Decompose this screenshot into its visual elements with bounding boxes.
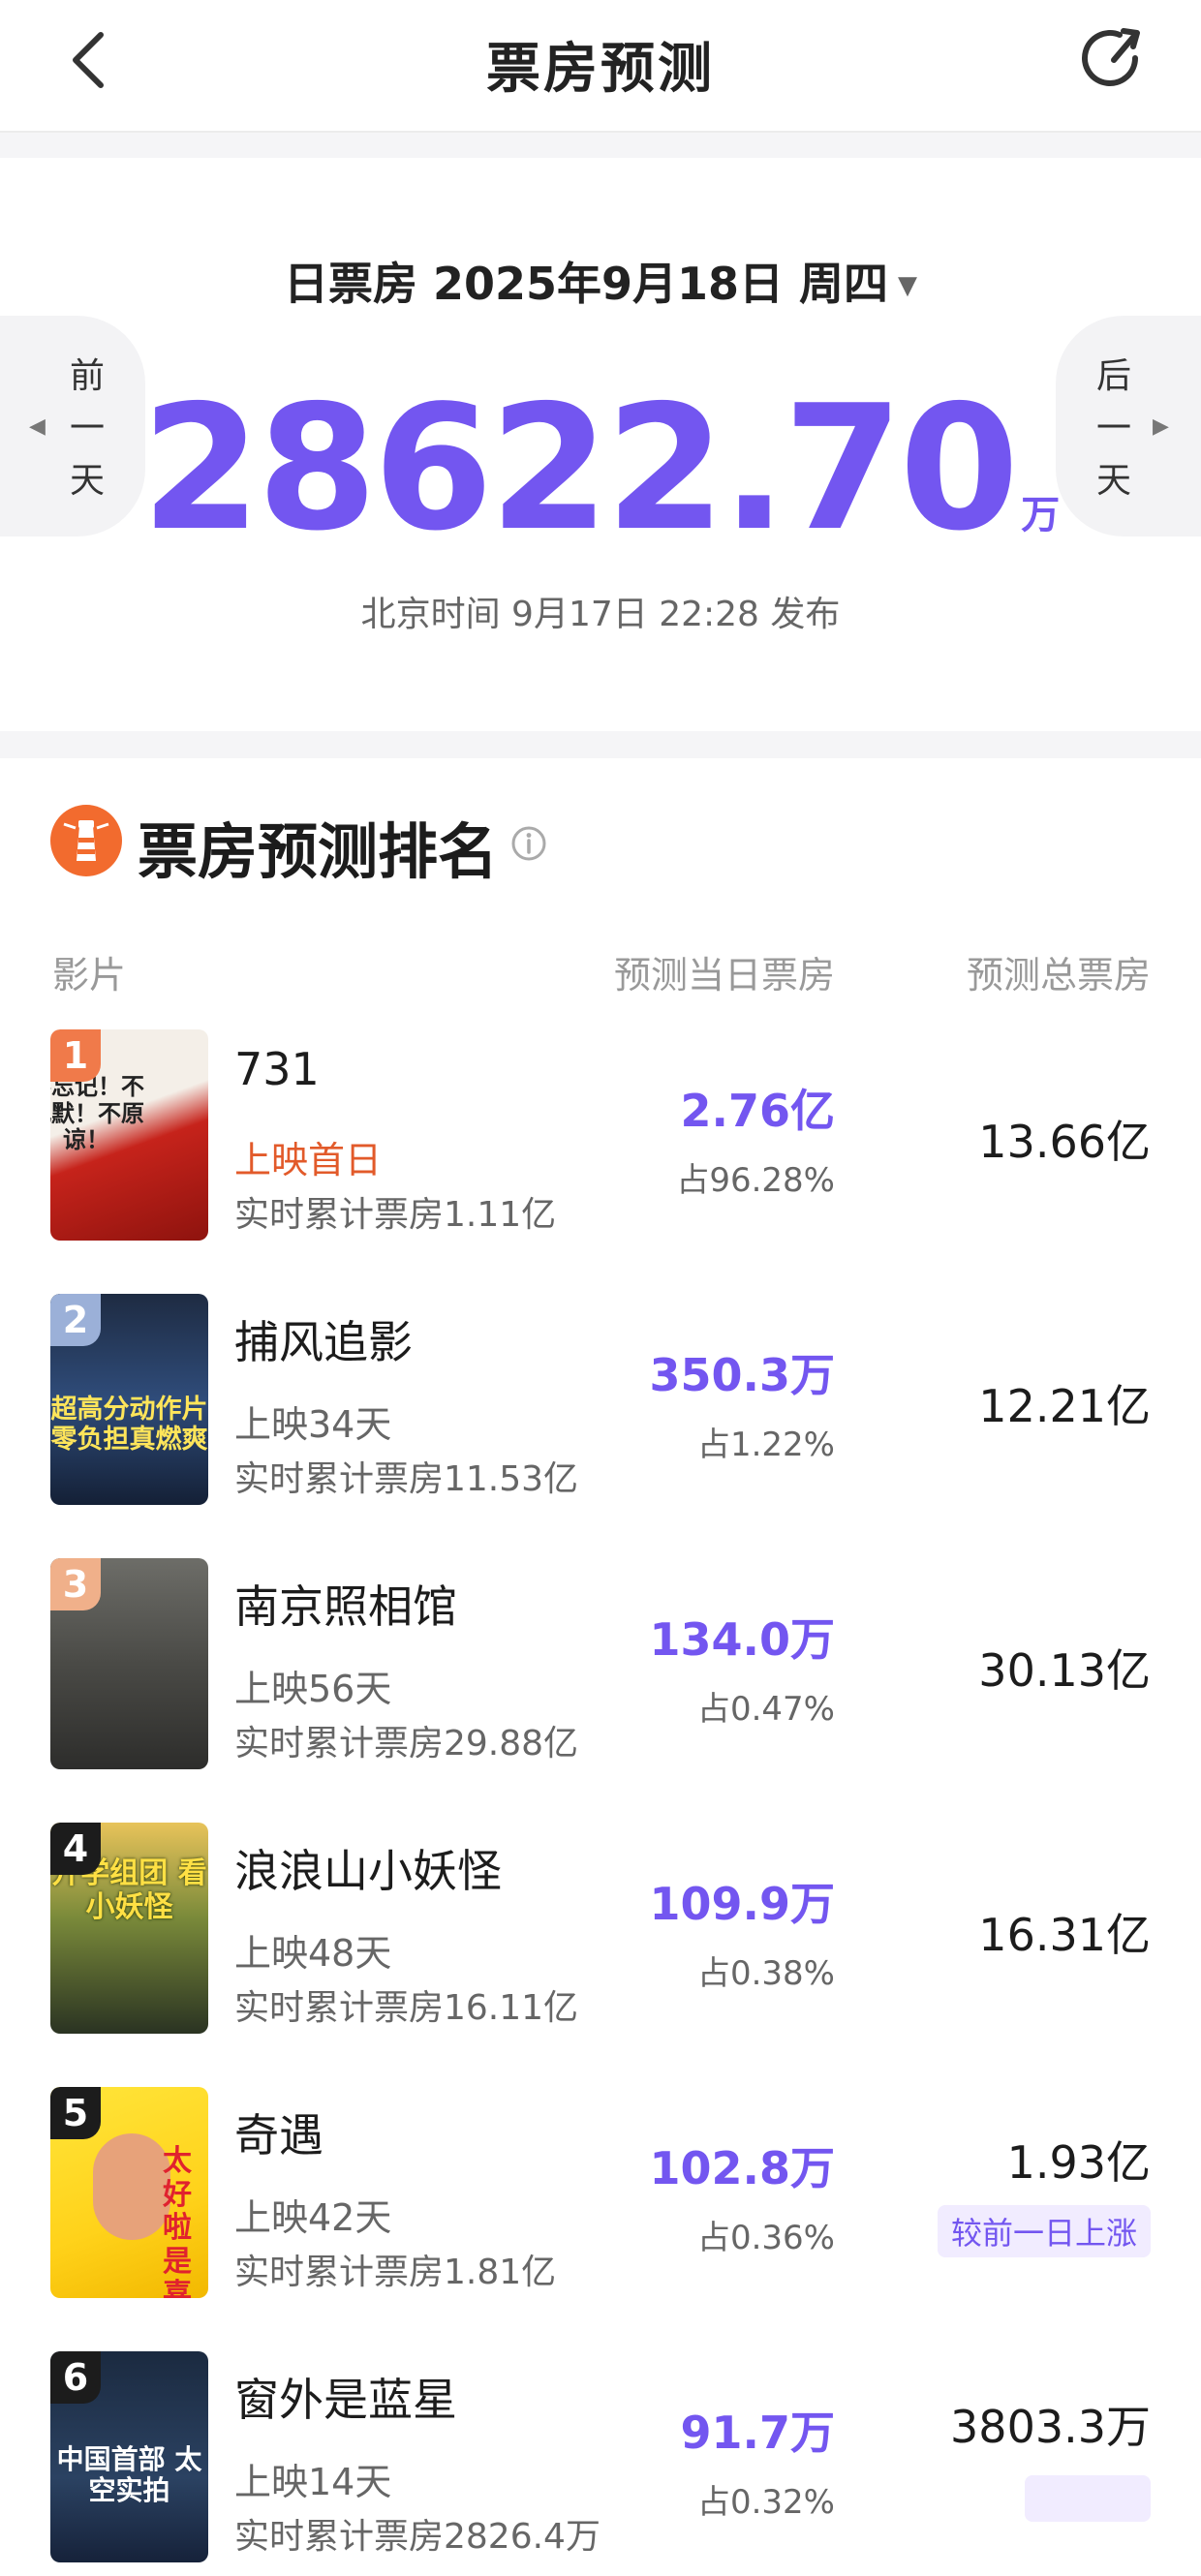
top-app-bar: 票房预测 [0, 0, 1201, 133]
trend-badge: 较前一日上涨 [937, 2205, 1151, 2257]
box-office-number: 28622.70 [140, 368, 1020, 568]
section-divider [0, 133, 1201, 158]
predicted-day-box-office: 134.0万 [649, 1613, 835, 1666]
date-label: 日票房 2025年9月18日 周四 [283, 258, 889, 310]
predicted-total-box-office: 13.66亿 [978, 1116, 1151, 1168]
caret-down-icon: ▼ [898, 271, 918, 300]
film-name: 奇遇 [234, 2109, 323, 2162]
film-status: 上映48天 [234, 1932, 392, 1975]
film-status: 上映42天 [234, 2196, 392, 2239]
ranking-title: 票房预测排名 [138, 816, 499, 887]
poster-tagline: 太好啦 是喜剧 [163, 2144, 192, 2298]
daily-box-office-value: 28622.70 万 [0, 383, 1201, 601]
predicted-day-box-office: 350.3万 [649, 1349, 835, 1401]
film-row[interactable]: 超高分动作片 零负担真燃爽 2 捕风追影 上映34天 实时累计票房11.53亿 … [0, 1294, 1201, 1518]
predicted-total-box-office: 12.21亿 [978, 1380, 1151, 1432]
trend-badge-placeholder [1025, 2475, 1151, 2522]
daily-box-office-card: 日票房 2025年9月18日 周四 ▼ ◀ 前一天 后一天 ▶ 28622.70 万… [0, 158, 1201, 731]
lighthouse-logo-icon [50, 805, 122, 876]
film-row[interactable]: 开学组团 看小妖怪 4 浪浪山小妖怪 上映48天 实时累计票房16.11亿 10… [0, 1823, 1201, 2047]
film-cumulative: 实时累计票房29.88亿 [234, 1724, 579, 1763]
film-poster: 中国首部 太空实拍 6 [50, 2351, 208, 2562]
film-name: 浪浪山小妖怪 [234, 1845, 502, 1897]
publish-time: 北京时间 9月17日 22:28 发布 [360, 595, 841, 634]
predicted-total-box-office: 3803.3万 [950, 2401, 1151, 2453]
predicted-total-box-office: 1.93亿 [1006, 2136, 1151, 2189]
film-row[interactable]: 中国首部 太空实拍 6 窗外是蓝星 上映14天 实时累计票房2826.4万 91… [0, 2351, 1201, 2576]
predicted-total-box-office: 30.13亿 [978, 1644, 1151, 1697]
film-row[interactable]: 太好啦 是喜剧 5 奇遇 上映42天 实时累计票房1.81亿 102.8万 占0… [0, 2087, 1201, 2312]
box-office-unit: 万 [1021, 493, 1061, 537]
film-status: 上映34天 [234, 1403, 392, 1446]
day-share: 占0.47% [696, 1690, 835, 1729]
film-row[interactable]: 不忘记！不沉默！不原谅！ 1 731 上映首日 实时累计票房1.11亿 2.76… [0, 1029, 1201, 1254]
predicted-day-box-office: 91.7万 [680, 2407, 836, 2459]
predicted-day-box-office: 2.76亿 [680, 1085, 836, 1137]
rank-badge: 2 [50, 1294, 101, 1346]
ranking-section: 票房预测排名 影片 预测当日票房 预测总票房 不忘记！不沉默！不原谅！ 1 73… [0, 758, 1201, 2562]
page-title: 票房预测 [486, 38, 715, 101]
film-poster: 不忘记！不沉默！不原谅！ 1 [50, 1029, 208, 1241]
day-share: 占96.28% [676, 1161, 835, 1200]
film-status: 上映14天 [234, 2461, 392, 2503]
refresh-button[interactable] [1075, 21, 1153, 99]
predicted-day-box-office: 109.9万 [649, 1878, 835, 1930]
rank-badge: 3 [50, 1558, 101, 1610]
film-cumulative: 实时累计票房2826.4万 [234, 2517, 600, 2557]
refresh-share-icon [1082, 28, 1140, 86]
film-status: 上映56天 [234, 1668, 392, 1710]
film-cumulative: 实时累计票房1.81亿 [234, 2253, 557, 2292]
film-poster: 超高分动作片 零负担真燃爽 2 [50, 1294, 208, 1505]
film-name: 捕风追影 [234, 1316, 413, 1368]
column-header-film: 影片 [52, 954, 127, 997]
column-header-day: 预测当日票房 [613, 954, 835, 997]
rank-badge: 1 [50, 1029, 101, 1082]
info-icon[interactable] [509, 824, 548, 863]
film-row[interactable]: 3 南京照相馆 上映56天 实时累计票房29.88亿 134.0万 占0.47%… [0, 1558, 1201, 1783]
film-poster: 开学组团 看小妖怪 4 [50, 1823, 208, 2034]
rank-badge: 6 [50, 2351, 101, 2404]
poster-tagline: 不忘记！不沉默！不原谅！ [50, 1073, 144, 1154]
film-cumulative: 实时累计票房11.53亿 [234, 1459, 579, 1499]
section-divider [0, 731, 1201, 758]
predicted-total-box-office: 16.31亿 [978, 1909, 1151, 1961]
predicted-day-box-office: 102.8万 [649, 2142, 835, 2194]
film-status: 上映首日 [234, 1139, 383, 1181]
film-poster: 3 [50, 1558, 208, 1769]
rank-badge: 4 [50, 1823, 101, 1875]
film-name: 南京照相馆 [234, 1580, 457, 1633]
poster-tagline: 超高分动作片 零负担真燃爽 [50, 1395, 208, 1456]
rank-badge: 5 [50, 2087, 101, 2139]
film-cumulative: 实时累计票房1.11亿 [234, 1195, 557, 1235]
film-name: 窗外是蓝星 [234, 2374, 457, 2426]
film-name: 731 [234, 1043, 320, 1095]
film-cumulative: 实时累计票房16.11亿 [234, 1988, 579, 2028]
day-share: 占0.38% [696, 1954, 835, 1993]
column-header-total: 预测总票房 [966, 954, 1151, 997]
day-share: 占1.22% [696, 1426, 835, 1464]
date-selector[interactable]: 日票房 2025年9月18日 周四 ▼ [0, 249, 1201, 313]
day-share: 占0.32% [696, 2483, 835, 2522]
day-share: 占0.36% [696, 2219, 835, 2257]
film-poster: 太好啦 是喜剧 5 [50, 2087, 208, 2298]
poster-tagline: 中国首部 太空实拍 [56, 2443, 202, 2507]
